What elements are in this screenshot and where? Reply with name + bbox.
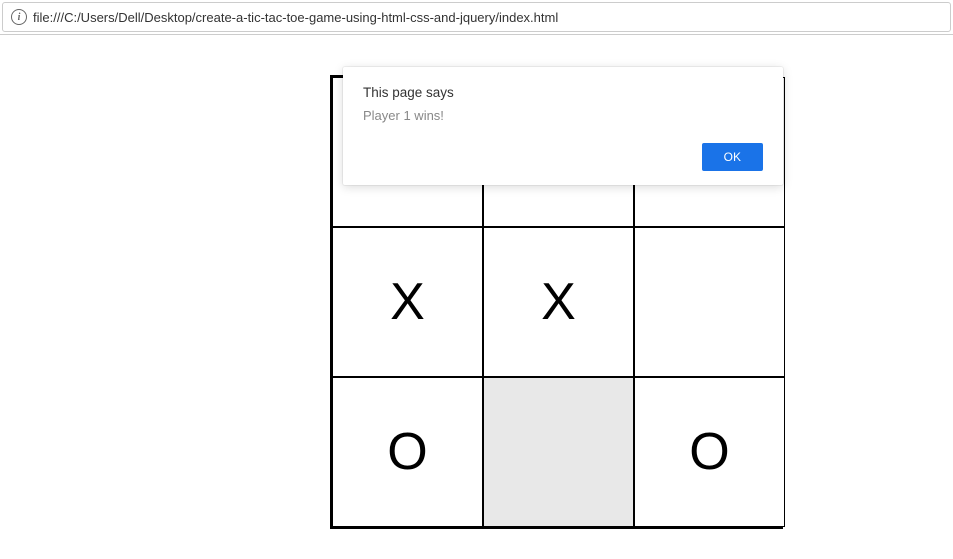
alert-message: Player 1 wins!: [363, 108, 763, 123]
ok-button[interactable]: OK: [702, 143, 763, 171]
cell-2-2[interactable]: O: [634, 377, 785, 527]
cell-2-0[interactable]: O: [332, 377, 483, 527]
cell-1-0[interactable]: X: [332, 227, 483, 377]
cell-2-1[interactable]: [483, 377, 634, 527]
cell-1-1[interactable]: X: [483, 227, 634, 377]
content-area: O X X X O O This page says Player 1 wins…: [0, 34, 953, 557]
address-bar[interactable]: i file:///C:/Users/Dell/Desktop/create-a…: [2, 2, 951, 32]
alert-title: This page says: [363, 85, 763, 100]
info-icon: i: [11, 9, 27, 25]
alert-dialog: This page says Player 1 wins! OK: [343, 67, 783, 185]
url-text: file:///C:/Users/Dell/Desktop/create-a-t…: [33, 10, 558, 25]
alert-actions: OK: [363, 143, 763, 171]
cell-1-2[interactable]: [634, 227, 785, 377]
